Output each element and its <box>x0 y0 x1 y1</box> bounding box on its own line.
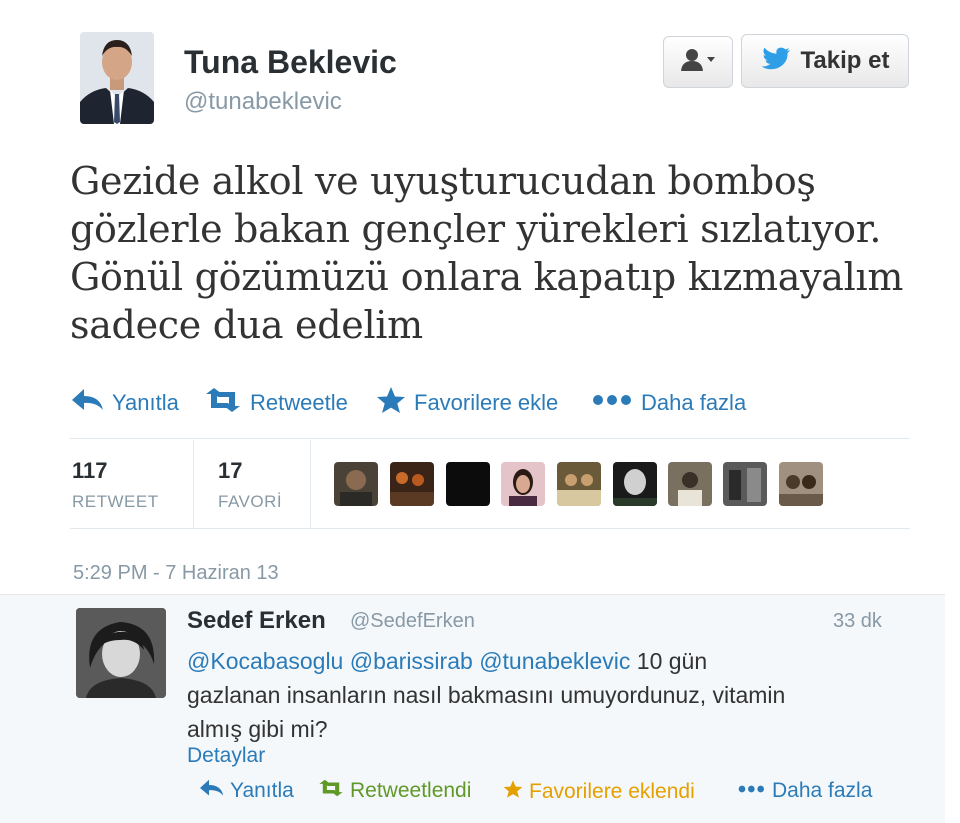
reply-arrow-icon <box>200 779 224 803</box>
retweet-count-label: RETWEET <box>72 492 159 511</box>
tweet-text: Gezide alkol ve uyuşturucudan bomboş göz… <box>70 157 910 349</box>
reply-retweeted-label: Retweetlendi <box>350 779 472 802</box>
favoriter-avatar[interactable] <box>446 462 490 506</box>
divider <box>70 438 910 439</box>
divider <box>70 528 910 529</box>
reply-time[interactable]: 33 dk <box>833 610 882 633</box>
more-label: Daha fazla <box>641 390 747 415</box>
follow-button-label: Takip et <box>800 47 890 74</box>
user-dropdown-icon <box>680 48 716 77</box>
reply-text-line: almış gibi mi? <box>187 716 328 742</box>
more-action[interactable]: Daha fazla <box>593 388 746 418</box>
reply-reply-label: Yanıtla <box>230 779 294 802</box>
reply-text-line: gazlanan insanların nasıl bakmasını umuy… <box>187 682 786 708</box>
twitter-bird-icon <box>761 47 791 76</box>
reply-more-label: Daha fazla <box>772 779 873 802</box>
user-menu-button[interactable] <box>663 36 733 88</box>
favorite-label: Favorilere ekle <box>414 390 559 415</box>
author-avatar[interactable] <box>80 32 154 124</box>
favoriter-avatar[interactable] <box>613 462 657 506</box>
divider <box>193 440 194 528</box>
mention-link[interactable]: @Kocabasoglu <box>187 648 343 674</box>
favoriter-avatar[interactable] <box>501 462 545 506</box>
author-handle[interactable]: @tunabeklevic <box>184 88 342 116</box>
favoriter-avatar[interactable] <box>779 462 823 506</box>
reply-action[interactable]: Yanıtla <box>72 388 179 418</box>
more-dots-icon <box>593 388 633 418</box>
favoriter-avatar[interactable] <box>723 462 767 506</box>
tweet-timestamp[interactable]: 5:29 PM - 7 Haziran 13 <box>73 562 279 585</box>
reply-favorited-action[interactable]: Favorilere eklendi <box>503 779 695 805</box>
tweet-text-line: sadece dua edelim <box>70 303 423 347</box>
retweet-icon <box>204 388 242 418</box>
reply-author-name[interactable]: Sedef Erken <box>187 607 326 635</box>
follow-button[interactable]: Takip et <box>741 34 909 88</box>
star-icon <box>376 386 406 420</box>
favorite-action[interactable]: Favorilere ekle <box>376 386 558 420</box>
mention-link[interactable]: @tunabeklevic <box>479 648 630 674</box>
reply-author-handle[interactable]: @SedefErken <box>350 610 475 633</box>
reply-reply-action[interactable]: Yanıtla <box>200 779 294 803</box>
reply-arrow-icon <box>72 388 104 418</box>
retweet-icon <box>318 779 344 803</box>
retweet-action[interactable]: Retweetle <box>204 388 348 418</box>
tweet-text-line: Gezide alkol ve uyuşturucudan bomboş <box>70 159 816 203</box>
reply-details-link[interactable]: Detaylar <box>187 744 265 768</box>
reply-label: Yanıtla <box>112 390 179 415</box>
star-icon <box>503 779 523 805</box>
favorite-count: 17 <box>218 458 243 483</box>
retweet-label: Retweetle <box>250 390 348 415</box>
reply-favorited-label: Favorilere eklendi <box>529 780 695 803</box>
favorite-count-label: FAVORİ <box>218 492 283 511</box>
tweet-text-line: gözlerle bakan gençler yürekleri sızlatı… <box>70 207 882 251</box>
reply-more-action[interactable]: Daha fazla <box>738 779 872 803</box>
reply-text: @Kocabasoglu @barissirab @tunabeklevic 1… <box>187 644 907 746</box>
favoriter-avatar[interactable] <box>557 462 601 506</box>
favoriter-avatar[interactable] <box>668 462 712 506</box>
reply-retweeted-action[interactable]: Retweetlendi <box>318 779 471 803</box>
author-name[interactable]: Tuna Beklevic <box>184 44 397 81</box>
favoriter-avatar[interactable] <box>390 462 434 506</box>
tweet-text-line: Gönül gözümüzü onlara kapatıp kızmayalım <box>70 255 904 299</box>
reply-author-avatar[interactable] <box>76 608 166 698</box>
retweet-count: 117 <box>72 458 108 483</box>
reply-text-segment: 10 gün <box>630 648 708 674</box>
favoriter-avatar[interactable] <box>334 462 378 506</box>
more-dots-icon <box>738 779 766 803</box>
divider <box>310 440 311 528</box>
mention-link[interactable]: @barissirab <box>350 648 473 674</box>
